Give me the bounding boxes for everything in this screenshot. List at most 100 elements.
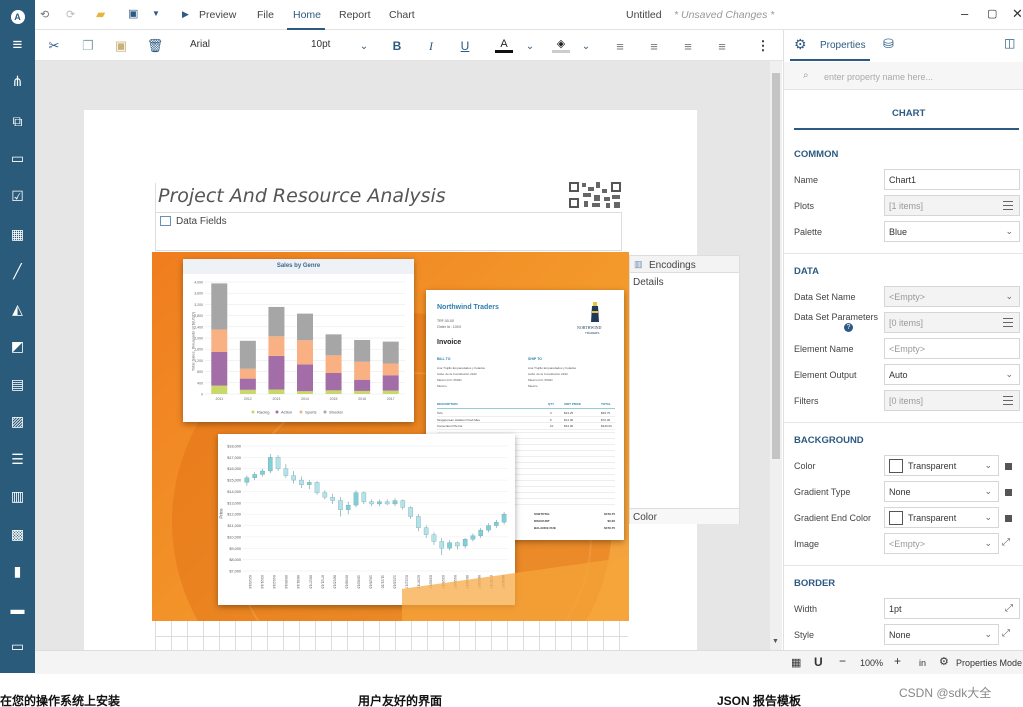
plots-field[interactable]: [1 items]	[884, 195, 1020, 216]
element-name-field[interactable]: <Empty>	[884, 338, 1020, 359]
title-textbox[interactable]: Project And Resource Analysis	[155, 183, 622, 213]
chart-icon[interactable]: ▮	[0, 556, 35, 586]
chart-image[interactable]: Sales by Genre Total Sales, thousands of…	[152, 252, 629, 621]
menu-report[interactable]: Report	[339, 9, 371, 21]
expression-icon[interactable]	[1005, 515, 1012, 522]
checkbox-icon[interactable]: ☑	[0, 181, 35, 211]
delete-icon[interactable]: 🗑	[146, 37, 164, 55]
bullet-icon[interactable]: ▬	[0, 594, 35, 624]
layers-icon[interactable]: ⧉	[0, 106, 35, 136]
collapse-panel-icon[interactable]: ◫	[1004, 36, 1015, 50]
list-icon[interactable]: ☰	[0, 444, 35, 474]
zoom-level[interactable]: 100%	[860, 658, 883, 668]
more-options-icon[interactable]: ⋮	[754, 37, 772, 55]
dataset-select[interactable]: <Empty> ⌄	[884, 286, 1020, 307]
font-size-dropdown-icon[interactable]: ⌄	[355, 37, 373, 55]
tablix-icon[interactable]: ▩	[0, 519, 35, 549]
justify-icon[interactable]: ≡	[713, 37, 731, 55]
menu-file[interactable]: File	[257, 9, 274, 21]
menu-chart[interactable]: Chart	[389, 9, 415, 21]
table-icon[interactable]: ▥	[0, 481, 35, 511]
hamburger-menu-icon[interactable]: ≡	[0, 30, 35, 60]
zoom-in-icon[interactable]: +	[894, 654, 901, 668]
property-search[interactable]: ⌕ enter property name here...	[784, 62, 1023, 90]
minimize-icon[interactable]: –	[961, 6, 968, 21]
underline-button[interactable]: U	[456, 37, 474, 55]
element-output-select[interactable]: Auto ⌄	[884, 364, 1020, 385]
align-left-icon[interactable]: ≡	[611, 37, 629, 55]
preview-icon[interactable]: ▶	[182, 9, 189, 20]
preview-button[interactable]: Preview	[199, 9, 236, 21]
style-select[interactable]: None ⌄	[884, 624, 999, 645]
collection-editor-icon[interactable]	[1003, 318, 1013, 327]
color-encoding[interactable]: Color	[630, 508, 739, 524]
font-color-button[interactable]: A	[495, 37, 513, 53]
zoom-out-icon[interactable]: −	[839, 654, 846, 668]
save-icon[interactable]: ▣	[128, 7, 138, 20]
properties-mode[interactable]: Properties Mode	[956, 658, 1022, 668]
sparkline-icon[interactable]: ▭	[0, 631, 35, 661]
grid-toggle-icon[interactable]: ▦	[791, 656, 801, 669]
textbox-icon[interactable]: ▭	[0, 143, 35, 173]
hierarchy-icon[interactable]: ⋔	[0, 66, 35, 96]
cut-icon[interactable]: ✂	[45, 37, 63, 55]
open-folder-icon[interactable]: ▰	[96, 7, 105, 21]
design-canvas[interactable]: Project And Resource Analysis Data Field…	[35, 61, 770, 650]
font-family-select[interactable]: Arial	[190, 39, 210, 50]
params-field[interactable]: [0 items]	[884, 312, 1020, 333]
palette-select[interactable]: Blue ⌄	[884, 221, 1020, 242]
container-icon[interactable]: ◩	[0, 331, 35, 361]
help-icon[interactable]: ?	[844, 323, 853, 332]
align-right-icon[interactable]: ≡	[679, 37, 697, 55]
richtext-icon[interactable]: ▤	[0, 369, 35, 399]
section-data[interactable]: DATA	[794, 266, 819, 277]
barcode-icon[interactable]: ▦	[0, 219, 35, 249]
chart-tab[interactable]: CHART	[892, 108, 925, 119]
unit-select[interactable]: in	[919, 658, 926, 668]
fill-color-dropdown-icon[interactable]: ⌄	[577, 37, 595, 55]
gear-icon[interactable]: ⚙	[794, 36, 807, 53]
expand-icon[interactable]: ⤢	[1005, 603, 1013, 614]
expand-icon[interactable]: ⤢	[1002, 537, 1010, 548]
fill-color-icon[interactable]: ◈	[552, 37, 570, 53]
paste-icon[interactable]: ▣	[112, 37, 130, 55]
image-icon[interactable]: ▨	[0, 406, 35, 436]
italic-button[interactable]: I	[422, 37, 440, 55]
scroll-down-icon[interactable]: ▼	[772, 638, 779, 645]
maximize-icon[interactable]: ▢	[987, 7, 997, 20]
section-background[interactable]: BACKGROUND	[794, 435, 864, 446]
bold-button[interactable]: B	[388, 37, 406, 55]
name-field[interactable]: Chart1	[884, 169, 1020, 190]
undo-icon[interactable]: ⟲	[40, 8, 49, 21]
collection-editor-icon[interactable]	[1003, 396, 1013, 405]
gradient-end-select[interactable]: Transparent ⌄	[884, 507, 1012, 528]
redo-icon[interactable]: ⟳	[66, 8, 75, 21]
database-icon[interactable]: ⛁	[883, 36, 894, 52]
font-size-select[interactable]: 10pt	[311, 39, 330, 50]
section-border[interactable]: BORDER	[794, 578, 835, 589]
gradient-select[interactable]: None ⌄	[884, 481, 1012, 502]
expand-icon[interactable]: ⤢	[1002, 628, 1010, 639]
expression-icon[interactable]	[1005, 489, 1012, 496]
image-select[interactable]: <Empty> ⌄	[884, 533, 999, 554]
align-center-icon[interactable]: ≡	[645, 37, 663, 55]
details-label[interactable]: Details	[633, 277, 664, 288]
snap-magnet-icon[interactable]: U	[814, 655, 823, 669]
search-input[interactable]: enter property name here...	[824, 72, 933, 82]
section-common[interactable]: COMMON	[794, 149, 838, 160]
bg-color-select[interactable]: Transparent ⌄	[884, 455, 1012, 476]
gear-icon[interactable]: ⚙	[939, 655, 949, 668]
line-icon[interactable]: ╱	[0, 256, 35, 286]
scrollbar-thumb[interactable]	[772, 73, 780, 459]
tab-properties[interactable]: Properties	[820, 40, 866, 51]
font-color-dropdown-icon[interactable]: ⌄	[521, 37, 539, 55]
shape-icon[interactable]: ◭	[0, 294, 35, 324]
collection-editor-icon[interactable]	[1003, 201, 1013, 210]
tab-home[interactable]: Home	[293, 9, 321, 21]
close-icon[interactable]: ✕	[1012, 6, 1023, 22]
filters-field[interactable]: [0 items]	[884, 390, 1020, 411]
save-dropdown-icon[interactable]: ▼	[152, 9, 160, 18]
width-field[interactable]: 1pt ⤢	[884, 598, 1020, 619]
expression-icon[interactable]	[1005, 463, 1012, 470]
canvas-scrollbar[interactable]: ▼	[770, 61, 782, 650]
